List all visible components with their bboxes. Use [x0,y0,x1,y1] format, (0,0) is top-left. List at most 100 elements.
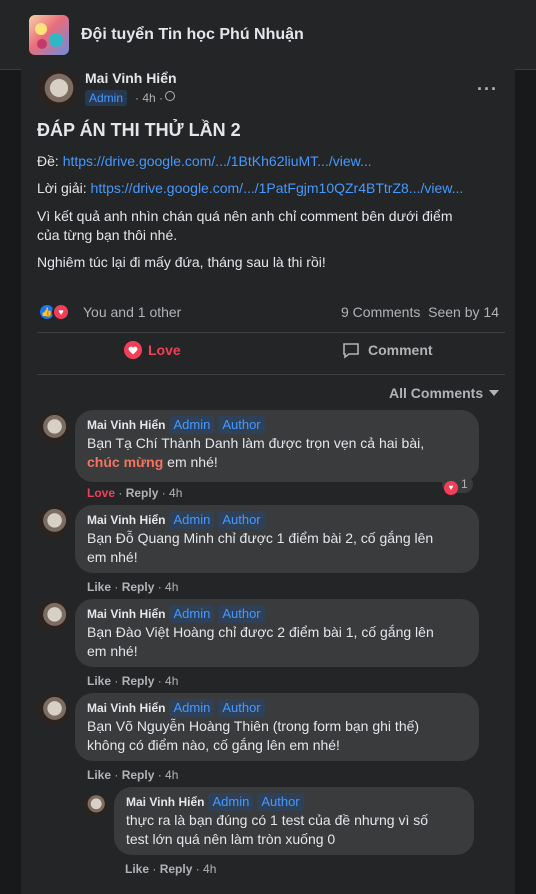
comment-text: em nhé! [87,643,138,659]
admin-badge: Admin [169,511,215,529]
avatar[interactable] [37,506,69,538]
heart-icon: ♥ [444,481,458,495]
comment-label: Comment [368,342,433,358]
comment-time[interactable]: 4h [165,768,178,782]
de-line: Đề: https://drive.google.com/.../1BtKh62… [37,153,372,169]
de-label: Đề: [37,153,59,169]
like-link[interactable]: Like [87,580,111,594]
comment-text: thực ra là bạn đúng có 1 test của đề như… [126,812,429,828]
author-badge: Author [218,699,265,717]
avatar[interactable] [37,600,69,632]
admin-badge: Admin [169,416,215,434]
body-line: Nghiêm túc lại đi mấy đứa, tháng sau là … [37,254,326,270]
like-link[interactable]: Like [125,862,149,876]
de-link[interactable]: https://drive.google.com/.../1BtKh62liuM… [63,153,372,169]
author-badge: Author [218,416,265,434]
reply-bubble: Mai Vinh Hiển Admin Author thực ra là bạn … [114,787,474,855]
group-logo[interactable] [29,15,69,55]
reply-link[interactable]: Reply [122,580,155,594]
heart-icon: ♥ [52,303,70,321]
like-link[interactable]: Like [87,674,111,688]
post-time[interactable]: · 4h · [135,91,163,105]
comment-time[interactable]: 4h [203,862,216,876]
avatar[interactable] [37,412,69,444]
seen-count[interactable]: Seen by 14 [428,304,499,320]
avatar[interactable] [37,694,69,726]
reply-link[interactable]: Reply [126,486,159,500]
comment-reactions[interactable]: ♥ 1 [442,475,473,495]
comment-filter[interactable]: All Comments [389,385,500,401]
comment-author[interactable]: Mai Vinh Hiển Admin Author [87,511,467,529]
comment-author[interactable]: Mai Vinh Hiển Admin Author [87,605,467,623]
admin-badge: Admin [169,699,215,717]
comment-bubble: Mai Vinh Hiển Admin Author Bạn Đào Việt Ho… [75,599,479,667]
comment-text-rest: em nhé! [163,454,218,470]
comment-author-name: Mai Vinh Hiển [87,513,166,527]
comment-text: Bạn Đào Việt Hoàng chỉ được 2 điểm bài 1… [87,624,434,640]
comment-text: chúc mừng em nhé! [87,453,467,472]
loigiai-line: Lời giải: https://drive.google.com/.../1… [37,180,463,196]
author-badge: Author [218,605,265,623]
comment-bubble: Mai Vinh Hiển Admin Author Bạn Tạ Chí Thàn… [75,410,479,482]
post-title: ĐÁP ÁN THI THỬ LẦN 2 [37,120,241,140]
body-line: của từng bạn thôi nhé. [37,227,178,243]
author-badge: Author [257,793,304,811]
highlight-text: chúc mừng [87,454,164,470]
reply-link[interactable]: Reply [160,862,193,876]
top-bar: Đội tuyển Tin học Phú Nhuận [0,0,536,70]
chevron-down-icon [489,390,500,396]
reply-link[interactable]: Reply [122,674,155,688]
comment-text: test lớn quá nên làm tròn xuống 0 [126,831,336,847]
comment-author-name: Mai Vinh Hiển [126,795,205,809]
comment-meta: Like · Reply · 4h [87,768,179,782]
post-counts: 9 Comments Seen by 14 [341,304,499,320]
comment-author-name: Mai Vinh Hiển [87,418,166,432]
comment-text: em nhé! [87,549,138,565]
comment-text: Bạn Đỗ Quang Minh chỉ được 1 điểm bài 2,… [87,530,434,546]
comment-text: Bạn Võ Nguyễn Hoàng Thiên (trong form bạ… [87,718,420,734]
comment-icon [343,343,359,359]
filter-label: All Comments [389,385,484,401]
like-link[interactable]: Like [87,768,111,782]
heart-icon [124,341,142,359]
divider [37,374,505,375]
comment-bubble: Mai Vinh Hiển Admin Author Bạn Đỗ Quang Mi… [75,505,479,573]
love-label: Love [148,342,181,358]
comment-text: Bạn Tạ Chí Thành Danh làm được trọn vẹn … [87,435,425,451]
post-author[interactable]: Mai Vinh Hiển [85,70,177,86]
comment-time[interactable]: 4h [169,486,182,500]
reaction-count: 1 [461,477,468,491]
post-time-value: 4h [142,91,156,105]
privacy-icon [165,91,175,101]
admin-badge: Admin [169,605,215,623]
comments-count[interactable]: 9 Comments [341,304,420,320]
avatar[interactable] [83,793,107,817]
reaction-icons[interactable]: 👍 ♥ [38,303,78,321]
comment-time[interactable]: 4h [165,674,178,688]
loigiai-label: Lời giải: [37,180,87,196]
comment-meta: Like · Reply · 4h [87,580,179,594]
comment-author[interactable]: Mai Vinh Hiển Admin Author [87,416,467,434]
comment-time[interactable]: 4h [165,580,178,594]
comment-meta: Like · Reply · 4h [87,674,179,688]
reaction-summary[interactable]: You and 1 other [83,304,181,320]
comment-author[interactable]: Mai Vinh Hiển Admin Author [126,793,462,811]
comment-author[interactable]: Mai Vinh Hiển Admin Author [87,699,467,717]
more-options-icon[interactable]: ··· [477,79,498,100]
divider [37,332,505,333]
reply-link[interactable]: Reply [122,768,155,782]
comment-author-name: Mai Vinh Hiển [87,701,166,715]
love-link[interactable]: Love [87,486,115,500]
author-badge: Author [218,511,265,529]
comment-author-name: Mai Vinh Hiển [87,607,166,621]
admin-badge: Admin [85,90,128,106]
loigiai-link[interactable]: https://drive.google.com/.../1PatFgjm10Q… [91,180,464,196]
comment-meta: Like · Reply · 4h [125,862,217,876]
comment-button[interactable]: Comment [342,341,433,365]
group-name[interactable]: Đội tuyển Tin học Phú Nhuận [81,26,304,44]
love-button[interactable]: Love [124,341,181,365]
post-card: Mai Vinh Hiển Admin · 4h · ··· ĐÁP ÁN TH… [21,64,515,894]
body-line: Vì kết quả anh nhìn chán quá nên anh chỉ… [37,208,453,224]
admin-badge: Admin [208,793,254,811]
avatar[interactable] [37,70,77,110]
